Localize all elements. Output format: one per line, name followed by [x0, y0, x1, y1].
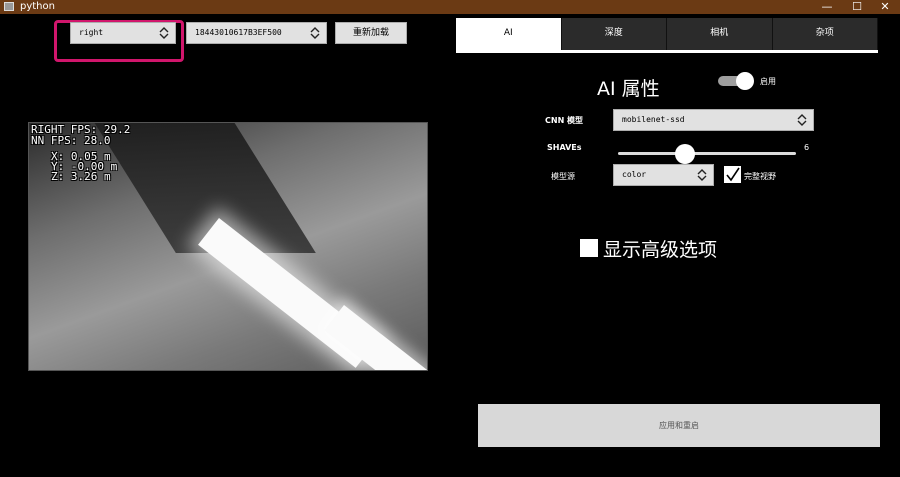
up-down-arrows-icon [310, 27, 320, 39]
enable-label: 启用 [760, 77, 776, 86]
full-fov-checkbox[interactable] [723, 165, 742, 184]
shaves-label: SHAVEs [547, 143, 582, 152]
camera-preview: RIGHT FPS: 29.2 NN FPS: 28.0 X: 0.05 m Y… [28, 122, 428, 371]
slider-handle[interactable] [675, 144, 695, 164]
camera-select[interactable]: right [70, 22, 176, 44]
slider-groove [618, 152, 796, 155]
close-button[interactable]: ✕ [870, 0, 900, 14]
device-select-value: 18443010617B3EF500 [195, 28, 282, 37]
ceiling-beam [82, 123, 316, 253]
maximize-button[interactable]: ☐ [842, 0, 872, 14]
z-coord-overlay: Z: 3.26 m [51, 170, 111, 183]
tab-underline [456, 50, 878, 53]
ai-properties-heading: AI 属性 [597, 78, 660, 100]
minimize-button[interactable]: — [812, 0, 842, 14]
reload-button[interactable]: 重新加载 [335, 22, 407, 44]
full-fov-label: 完整视野 [744, 172, 776, 181]
cnn-model-select[interactable]: mobilenet-ssd [613, 109, 814, 131]
tab-depth[interactable]: 深度 [562, 18, 667, 52]
model-source-value: color [622, 170, 647, 179]
checkmark-icon [726, 167, 740, 182]
up-down-arrows-icon [159, 27, 169, 39]
tab-camera[interactable]: 相机 [667, 18, 773, 52]
ceiling-light [324, 305, 427, 370]
cnn-model-value: mobilenet-ssd [622, 115, 685, 124]
cnn-model-label: CNN 模型 [545, 116, 584, 125]
advanced-options-label: 显示高级选项 [603, 239, 718, 261]
model-source-label: 模型源 [551, 172, 575, 181]
up-down-arrows-icon [697, 169, 707, 181]
up-down-arrows-icon [797, 114, 807, 126]
shaves-value: 6 [804, 143, 810, 152]
app-icon [4, 2, 14, 11]
shaves-slider[interactable] [618, 144, 796, 164]
camera-select-value: right [79, 28, 104, 37]
tab-ai[interactable]: AI [456, 18, 562, 52]
enable-toggle[interactable] [716, 72, 756, 90]
device-select[interactable]: 18443010617B3EF500 [186, 22, 327, 44]
advanced-options-checkbox[interactable] [579, 238, 599, 258]
model-source-select[interactable]: color [613, 164, 714, 186]
nn-fps-overlay: NN FPS: 28.0 [31, 134, 111, 147]
title-bar: python — ☐ ✕ [0, 0, 900, 14]
apply-restart-button[interactable]: 应用和重启 [478, 404, 880, 447]
window-title: python [20, 1, 55, 12]
toggle-knob [736, 72, 754, 90]
settings-tabs: AI 深度 相机 杂项 [456, 18, 878, 52]
main-content: right 18443010617B3EF500 重新加载 RIGHT FPS:… [0, 14, 900, 477]
tab-misc[interactable]: 杂项 [773, 18, 878, 52]
